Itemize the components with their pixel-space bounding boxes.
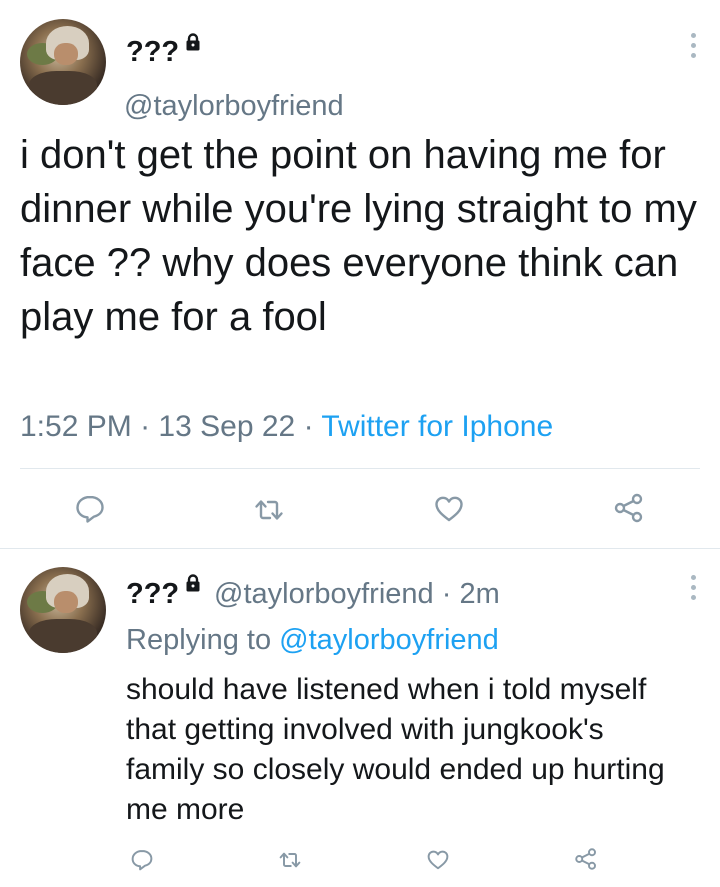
replying-label: Replying to [126, 624, 272, 656]
reply-display-name[interactable]: ??? [126, 578, 179, 611]
replying-to: Replying to @taylorboyfriend [126, 624, 499, 657]
tweet-source[interactable]: Twitter for Iphone [321, 410, 553, 443]
retweet-icon[interactable] [253, 494, 285, 526]
display-name[interactable]: ??? [126, 36, 179, 69]
heart-icon[interactable] [433, 493, 465, 525]
share-icon[interactable] [613, 492, 645, 524]
share-icon[interactable] [574, 847, 598, 871]
lock-icon [186, 574, 200, 592]
lock-icon [186, 33, 200, 51]
reply-handle-line: @taylorboyfriend · 2m [214, 578, 500, 611]
divider [20, 468, 700, 469]
retweet-icon[interactable] [278, 848, 302, 872]
reply-handle[interactable]: @taylorboyfriend [214, 578, 434, 610]
more-vertical-icon[interactable] [689, 575, 697, 600]
tweet-date: 13 Sep 22 [158, 410, 296, 443]
tweet-time: 1:52 PM [20, 410, 132, 443]
meta-separator: · [140, 410, 151, 443]
meta-separator: · [441, 578, 452, 610]
tweet-text: i don't get the point on having me for d… [20, 133, 697, 339]
avatar[interactable] [20, 567, 106, 653]
replying-mention[interactable]: @taylorboyfriend [279, 624, 499, 656]
reply-age: 2m [459, 578, 500, 610]
main-tweet: ??? @taylorboyfriend i don't get the poi… [0, 0, 720, 548]
tweet-divider [0, 548, 720, 549]
meta-separator: · [303, 410, 314, 443]
reply-icon[interactable] [130, 848, 154, 872]
more-vertical-icon[interactable] [689, 33, 697, 58]
heart-icon[interactable] [426, 848, 450, 872]
reply-icon[interactable] [74, 493, 106, 525]
reply-text: should have listened when i told myself … [126, 673, 665, 826]
avatar[interactable] [20, 19, 106, 105]
handle[interactable]: @taylorboyfriend [124, 90, 344, 123]
tweet-meta: 1:52 PM · 13 Sep 22 · Twitter for Iphone [20, 410, 553, 444]
